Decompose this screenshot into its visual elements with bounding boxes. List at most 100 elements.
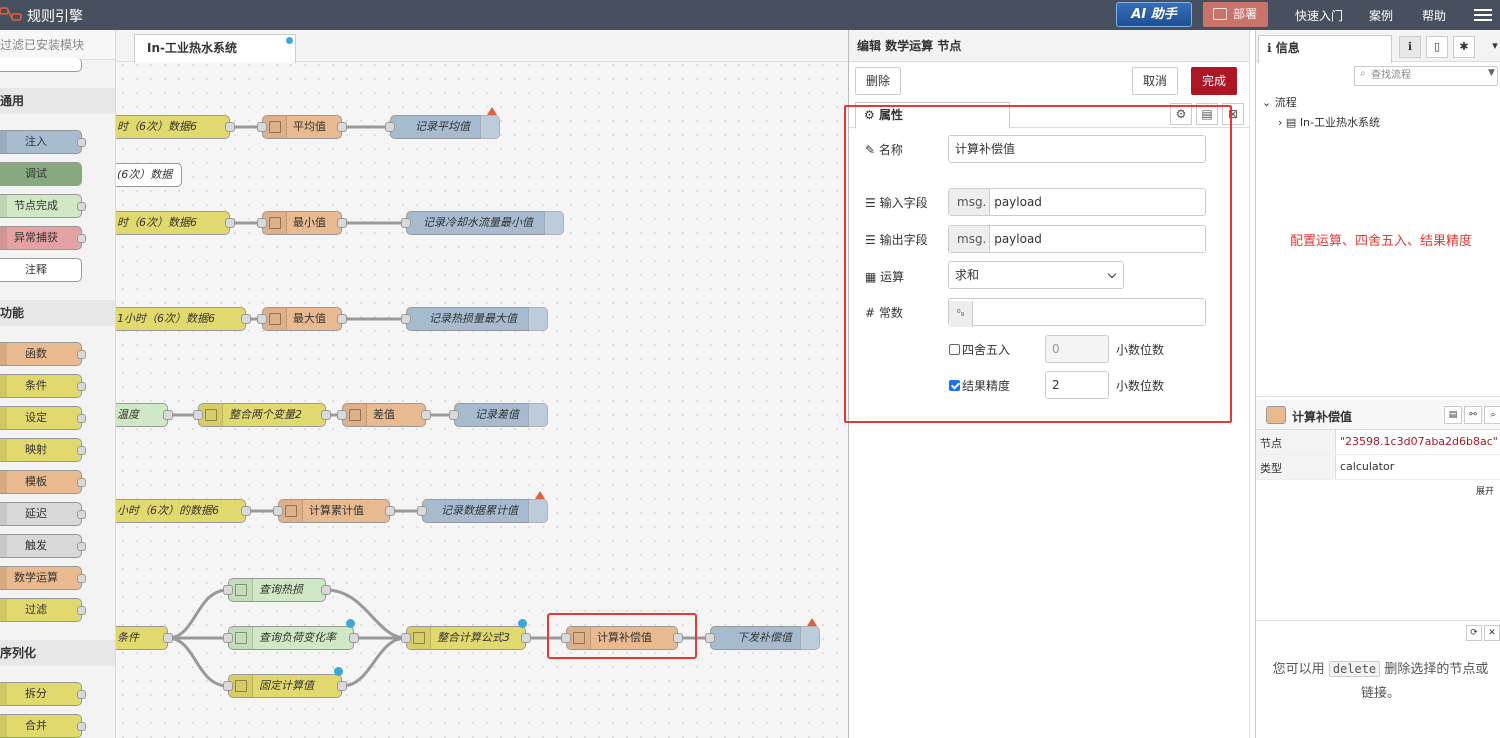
tree-root[interactable]: ⌄ 流程 [1262,94,1297,110]
flow-node-maximum[interactable]: 最大值 [257,307,347,331]
palette-node-switch[interactable]: 条件 [0,374,86,398]
help-link[interactable]: 帮助 [1422,7,1446,24]
palette-node-catch[interactable]: 异常捕获 [0,226,86,250]
palette-node-join[interactable]: 合并 [0,714,86,738]
number-type-icon[interactable]: ⁰₉ [949,301,973,327]
operation-select[interactable]: 求和 [948,261,1124,289]
deploy-label: 部署 [1233,7,1258,21]
copy-icon[interactable]: ▤ [1444,406,1462,424]
output-type-msg[interactable]: msg. [949,226,991,252]
precision-digits-input[interactable]: 2 [1045,371,1109,399]
input-field-typedinput[interactable]: msg. payload [948,188,1206,216]
flow-node-temperature[interactable]: 温度 [116,403,173,427]
flow-workspace[interactable]: In-工业热水系统 时（6次）数据6 平均值 记录平均值 (6次）数据 时（6次… [116,30,848,738]
bug-icon[interactable]: ✱ [1453,36,1475,58]
table-row: 节点 "23598.1c3d07aba2d6b8ac" [1256,430,1500,455]
flow-icon: ▤ [1285,116,1297,129]
palette-node-comment[interactable]: 注释 [0,258,82,282]
app-window: 规则引擎 AI 助手 部署 快速入门 案例 帮助 过滤已安装模块 通用 注入 调… [0,0,1500,738]
precision-checkbox[interactable] [949,380,960,391]
palette-node-complete[interactable]: 节点完成 [0,194,86,218]
flow-node-data-partial[interactable]: (6次）数据 [116,163,182,187]
done-button[interactable]: 完成 [1191,67,1237,95]
palette-category-function[interactable]: 功能 [0,300,115,326]
palette-category-common[interactable]: 通用 [0,88,115,114]
palette-category-sequence[interactable]: 序列化 [0,640,115,666]
palette-node-range[interactable]: 映射 [0,438,86,462]
tab-properties[interactable]: ⚙ 属性 [855,102,1010,129]
hamburger-menu-icon[interactable] [1474,6,1492,22]
flow-node-merge-formula[interactable]: 整合计算公式3 [401,619,531,650]
round-checkbox[interactable] [949,344,960,355]
info-sidebar: ℹ 信息 ℹ ▯ ✱ ▾ 查找流程 ⌕ ▼ ⌄ 流程 › ▤ In-工业热水系统… [1255,30,1500,738]
palette-node-partial[interactable] [0,58,82,72]
palette-node-trigger[interactable]: 触发 [0,534,86,558]
round-digits-input[interactable]: 0 [1045,335,1109,363]
tab-info[interactable]: ℹ 信息 [1258,35,1392,63]
selected-node-title: 计算补偿值 [1292,410,1353,424]
expand-link[interactable]: 展开 [1476,484,1494,497]
input-type-msg[interactable]: msg. [949,189,991,215]
palette-node-function[interactable]: 函数 [0,342,86,366]
flow-node-data-avg[interactable]: 时（6次）数据6 [116,115,235,139]
name-input[interactable]: 计算补偿值 [948,135,1206,163]
ai-assistant-button[interactable]: AI 助手 [1116,2,1192,27]
flow-node-fixed-value[interactable]: 固定计算值 [223,667,347,698]
examples-link[interactable]: 案例 [1369,7,1393,24]
chevron-down-icon [1107,269,1117,279]
flow-node-minimum[interactable]: 最小值 [257,211,347,235]
flow-node-record-diff[interactable]: 记录差值 [449,403,548,427]
flow-node-record-cumulative[interactable]: 记录数据累计值 [417,491,548,523]
palette-node-inject[interactable]: 注入 [0,130,86,154]
changed-dot-icon [518,619,527,628]
output-field-typedinput[interactable]: msg. payload [948,225,1206,253]
link-icon[interactable]: ⚯ [1464,406,1482,424]
flow-node-difference[interactable]: 差值 [337,403,431,427]
palette-node-template[interactable]: 模板 [0,470,86,494]
flow-search-input[interactable]: 查找流程 [1354,66,1498,86]
flow-node-query-heatloss[interactable]: 查询热损 [223,578,331,602]
flow-node-data-max[interactable]: 1小时（6次）数据6 [116,307,251,331]
chevron-down-icon[interactable]: ▾ [1484,36,1500,58]
flow-node-data-cumulative[interactable]: 小时（6次）的数据6 [116,499,251,523]
search-icon[interactable]: ⌕ [1484,406,1500,424]
app-title: 规则引擎 [27,9,83,25]
palette-node-calculator[interactable]: 数学运算 [0,566,86,590]
flow-node-send-compensation[interactable]: 下发补偿值 [705,618,820,650]
deploy-button[interactable]: 部署 [1203,2,1268,27]
close-icon[interactable]: ✕ [1484,625,1500,641]
search-dropdown-icon[interactable]: ▼ [1488,68,1495,78]
cancel-button[interactable]: 取消 [1132,67,1178,95]
palette-node-split[interactable]: 拆分 [0,682,86,706]
book-icon[interactable]: ▯ [1426,36,1448,58]
precision-label: 结果精度 [962,379,1011,393]
description-icon[interactable]: ▤ [1196,103,1218,125]
flow-node-average[interactable]: 平均值 [257,115,347,139]
info-tab-icon[interactable]: ℹ [1399,36,1421,58]
delete-button[interactable]: 删除 [855,67,901,95]
appearance-icon[interactable]: ⊠ [1222,103,1244,125]
flow-node-condition[interactable]: 条件 [116,626,173,650]
constant-typedinput[interactable]: ⁰₉ [948,298,1206,327]
flow-node-merge-two[interactable]: 整合两个变量2 [193,403,331,427]
top-header: 规则引擎 AI 助手 部署 快速入门 案例 帮助 [0,0,1500,30]
chevron-down-icon: ⌄ [1262,96,1272,109]
flow-node-data-min[interactable]: 时（6次）数据6 [116,211,235,235]
flow-node-record-min[interactable]: 记录冷却水流量最小值 [401,211,564,235]
tree-item-flow[interactable]: › ▤ In-工业热水系统 [1278,114,1380,130]
flow-node-query-load[interactable]: 查询负荷变化率 [223,619,359,650]
editor-title: 编辑 数学运算 节点 [849,30,1249,62]
palette-node-debug[interactable]: 调试 [0,162,82,186]
settings-gear-icon[interactable]: ⚙ [1170,103,1192,125]
flow-node-record-max[interactable]: 记录热损量最大值 [401,307,548,331]
quick-start-link[interactable]: 快速入门 [1295,7,1343,24]
round-label: 四舍五入 [962,343,1011,357]
palette-filter-input[interactable]: 过滤已安装模块 [0,30,115,60]
flow-node-compute-compensation[interactable]: 计算补偿值 [561,626,683,650]
refresh-icon[interactable]: ⟳ [1466,625,1482,641]
palette-node-filter[interactable]: 过滤 [0,598,86,622]
flow-node-record-avg[interactable]: 记录平均值 [385,107,500,139]
palette-node-delay[interactable]: 延迟 [0,502,86,526]
flow-node-cumulative[interactable]: 计算累计值 [273,499,395,523]
palette-node-change[interactable]: 设定 [0,406,86,430]
